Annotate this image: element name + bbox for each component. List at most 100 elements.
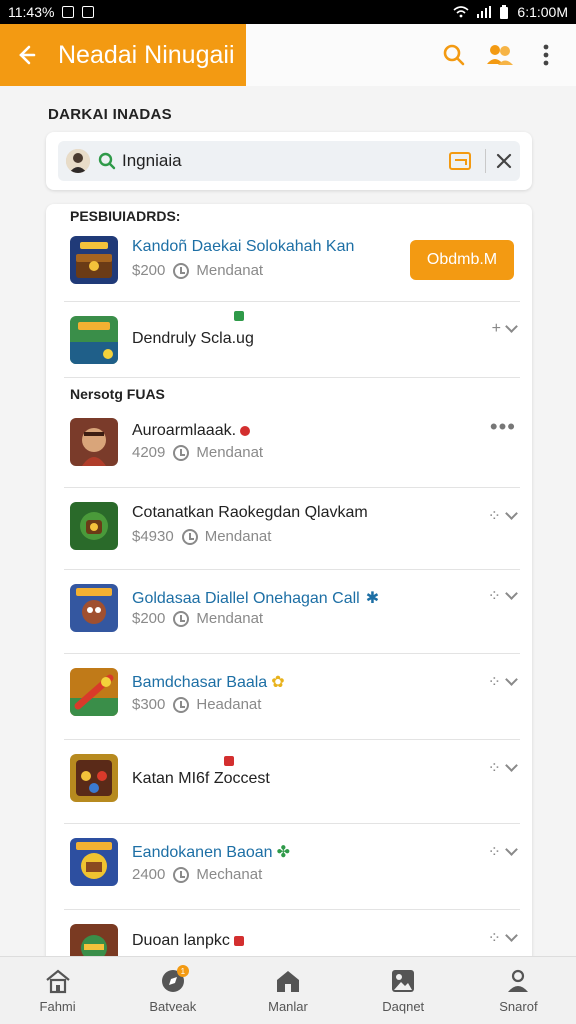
game-thumbnail <box>70 584 118 632</box>
game-price: $200 <box>132 262 166 279</box>
nav-item-daqnet[interactable]: Daqnet <box>346 957 461 1024</box>
game-title[interactable]: Auroarmlaaak. <box>132 422 251 440</box>
list-item[interactable]: Cotanatkan Raokegdan Qlavkam $4930 Menda… <box>46 488 532 570</box>
clock-icon <box>173 696 190 713</box>
nav-label: Fahmi <box>39 999 76 1014</box>
game-meta: $4930 Mendanat <box>132 528 271 545</box>
expand-button[interactable]: ⁘ <box>487 928 518 948</box>
clock-icon <box>173 610 190 627</box>
game-title[interactable]: Cotanatkan Raokegdan Qlavkam <box>132 504 368 522</box>
game-title[interactable]: Katan MI6f Zoccest <box>132 755 284 788</box>
chevron-down-icon <box>505 673 518 686</box>
back-arrow-icon <box>19 45 36 65</box>
friends-icon <box>487 45 513 65</box>
game-thumbnail <box>70 838 118 886</box>
list-item[interactable]: Katan MI6f Zoccest ⁘ <box>46 740 532 824</box>
game-price: $300 <box>132 696 166 713</box>
more-horizontal-icon: ••• <box>489 414 516 439</box>
game-status: Mendanat <box>204 528 272 545</box>
list-item[interactable]: Eandokanen Baoan ✤ 2400 Mechanat ⁘ <box>46 824 532 910</box>
nav-label: Daqnet <box>382 999 425 1014</box>
game-meta: 4209 Mendanat <box>132 444 263 461</box>
close-icon[interactable] <box>496 153 512 169</box>
game-title[interactable]: Dendruly Scla.ug <box>132 310 254 348</box>
compass-icon: 1 <box>159 965 189 995</box>
back-button[interactable] <box>0 24 52 86</box>
game-status: Mendanat <box>196 262 264 279</box>
new-badge-icon <box>233 310 244 321</box>
clock-icon <box>173 444 190 461</box>
new-badge-icon <box>233 935 244 946</box>
nav-item-manlar[interactable]: Manlar <box>230 957 345 1024</box>
chevron-down-icon <box>505 843 518 856</box>
chevron-down-icon <box>505 507 518 520</box>
battery-icon <box>500 5 509 19</box>
search-icon <box>443 44 465 66</box>
profile-icon <box>504 967 532 995</box>
app-bar-actions <box>246 24 576 86</box>
wifi-icon <box>453 6 469 18</box>
list-item[interactable]: Auroarmlaaak. 4209 Mendanat ••• <box>46 404 532 488</box>
game-meta: 2400 Mechanat <box>132 866 262 883</box>
notification-badge: 1 <box>176 965 189 977</box>
house-filled-icon <box>274 967 302 995</box>
game-title[interactable]: Bamdchasar Baala ✿ <box>132 672 285 692</box>
game-title[interactable]: Eandokanen Baoan ✤ <box>132 842 290 862</box>
page-title: Neadai Ninugaii <box>58 40 235 69</box>
game-thumbnail <box>70 236 118 284</box>
more-options-button[interactable] <box>530 39 562 71</box>
star-badge-icon: ✱ <box>365 590 380 607</box>
game-meta: $200 Mendanat <box>132 610 263 627</box>
list-header-primary: PESBIUIADRDS: <box>70 208 181 224</box>
gallery-icon <box>389 967 417 995</box>
game-title[interactable]: Kandoñ Daekai Solokahah Kan <box>132 238 354 256</box>
app-bar: Neadai Ninugaii <box>0 24 576 86</box>
expand-button[interactable]: + <box>492 320 518 338</box>
avatar[interactable] <box>66 149 90 173</box>
expand-button[interactable]: ⁘ <box>488 506 518 526</box>
game-price: $200 <box>132 610 166 627</box>
notification-icon <box>62 6 75 18</box>
nav-item-snarof[interactable]: Snarof <box>461 957 576 1024</box>
clock-icon <box>181 528 198 545</box>
list-item[interactable]: Bamdchasar Baala ✿ $300 Headanat ⁘ <box>46 654 532 740</box>
search-button[interactable] <box>438 39 470 71</box>
game-price: 2400 <box>132 866 166 883</box>
game-meta: $200 Mendanat <box>132 262 263 279</box>
chevron-down-icon <box>505 320 518 333</box>
flower-badge-icon: ✿ <box>271 674 285 691</box>
list-item-featured[interactable]: Kandoñ Daekai Solokahah Kan $200 Mendana… <box>46 224 532 302</box>
chevron-down-icon <box>505 587 518 600</box>
search-bar[interactable]: Ingniaia <box>58 141 520 181</box>
search-input[interactable]: Ingniaia <box>122 151 182 171</box>
new-badge-icon <box>223 755 234 766</box>
bottom-navigation: Fahmi 1 Batveak Manlar Daqnet Snarof <box>0 956 576 1024</box>
section-label: DARKAI INADAS <box>48 106 172 123</box>
results-list: PESBIUIADRDS: Kandoñ Daekai Solokahah Ka… <box>46 204 532 964</box>
expand-button[interactable]: ⁘ <box>487 842 518 862</box>
nav-item-fahmi[interactable]: Fahmi <box>0 957 115 1024</box>
clock-icon <box>173 262 190 279</box>
featured-action-button[interactable]: Obdmb.M <box>410 240 514 280</box>
nav-item-batveak[interactable]: 1 Batveak <box>115 957 230 1024</box>
game-thumbnail <box>70 418 118 466</box>
game-title[interactable]: Goldasaa Diallel Onehagan Call ✱ <box>132 588 379 608</box>
clover-badge-icon: ✤ <box>276 844 290 861</box>
expand-button[interactable]: ⁘ <box>488 586 518 606</box>
game-price: 4209 <box>132 444 166 461</box>
list-item[interactable]: Dendruly Scla.ug + <box>46 302 532 378</box>
sparkle-icon: ⁘ <box>487 930 501 947</box>
more-options-button[interactable]: ••• <box>490 414 516 440</box>
sparkle-icon: ⁘ <box>487 844 501 861</box>
nav-label: Snarof <box>499 999 538 1014</box>
nav-label: Manlar <box>268 999 308 1014</box>
sparkle-icon: ⁘ <box>487 760 501 777</box>
friends-button[interactable] <box>484 39 516 71</box>
expand-button[interactable]: ⁘ <box>487 758 518 778</box>
search-divider <box>485 149 486 173</box>
scan-icon[interactable] <box>449 152 471 170</box>
game-status: Mendanat <box>196 444 264 461</box>
expand-button[interactable]: ⁘ <box>488 672 518 692</box>
game-title[interactable]: Duoan lanpkc <box>132 932 244 950</box>
list-item[interactable]: Goldasaa Diallel Onehagan Call ✱ $200 Men… <box>46 570 532 654</box>
